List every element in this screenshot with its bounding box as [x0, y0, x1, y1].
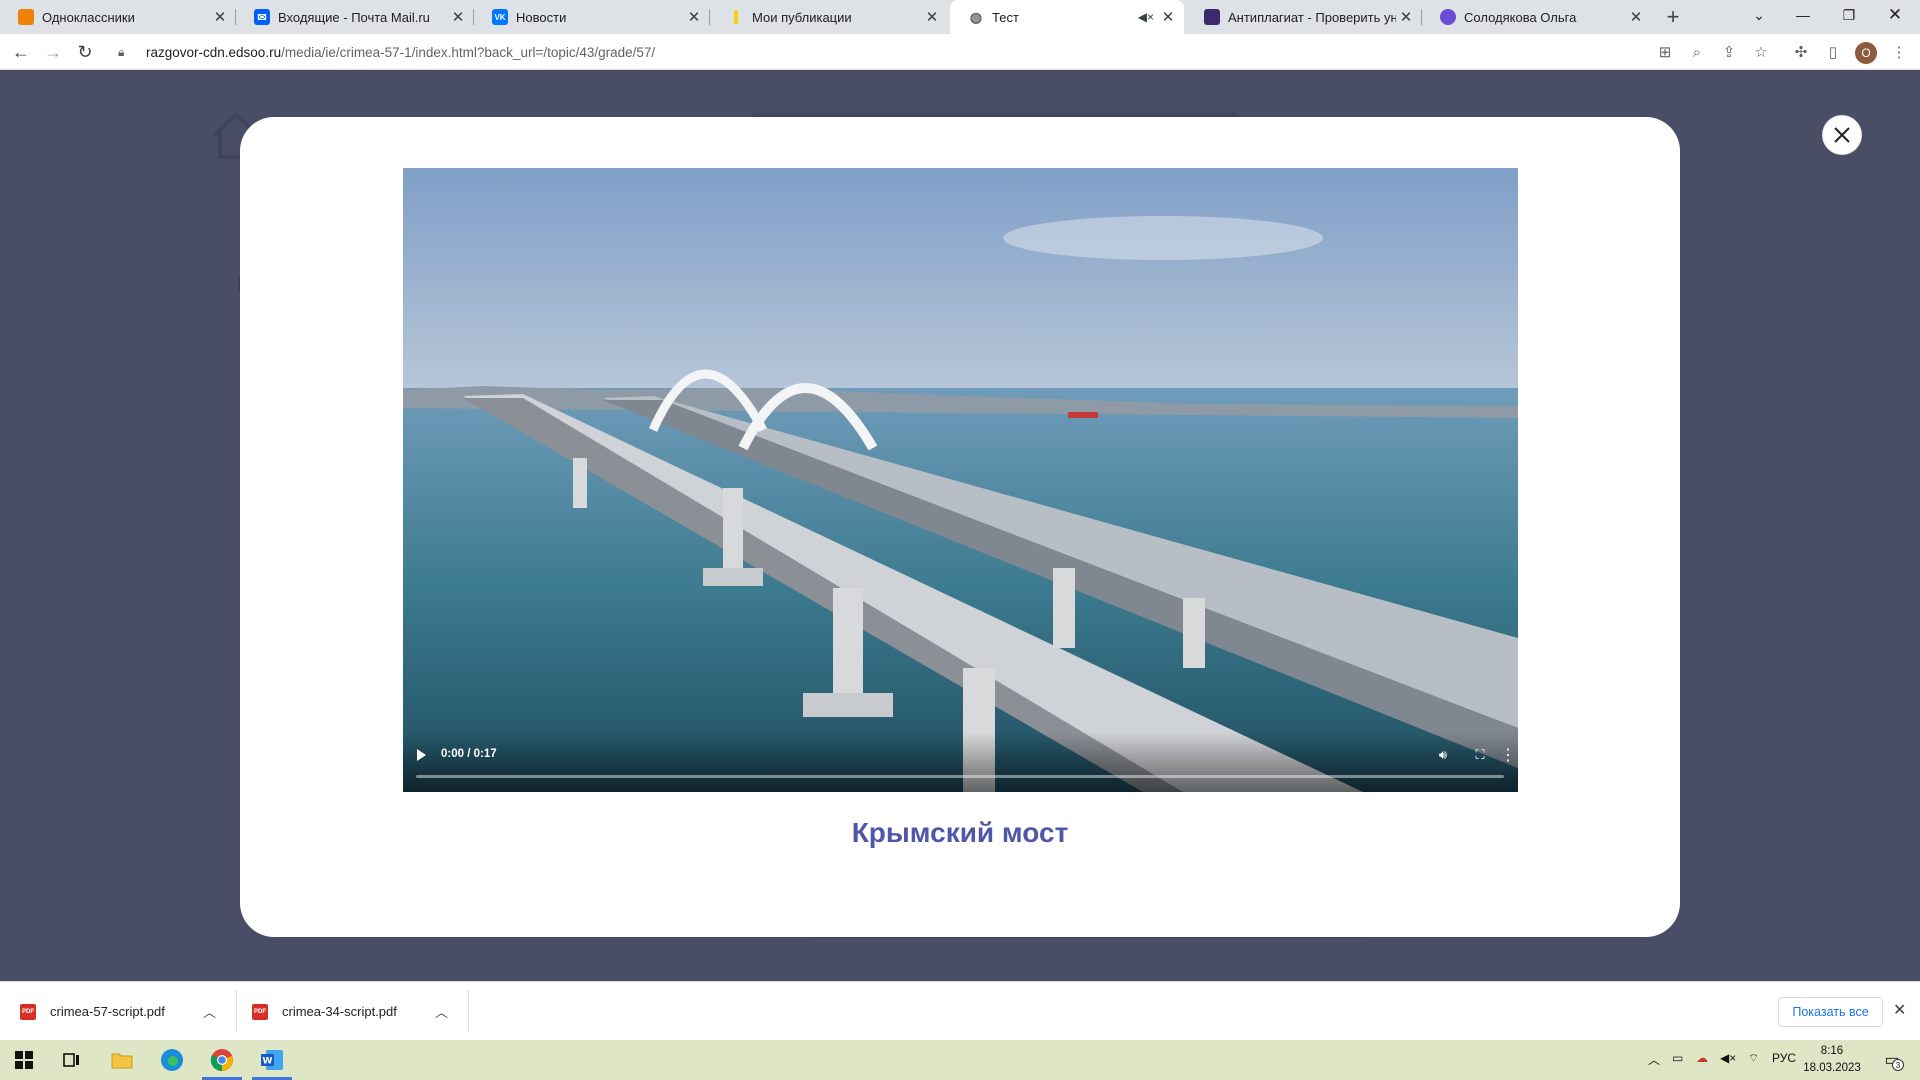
download-item[interactable]: PDF crimea-57-script.pdf ︿	[20, 982, 220, 1041]
wifi-icon[interactable]: ⌔	[1748, 1051, 1759, 1066]
pdf-file-icon: PDF	[20, 1003, 36, 1020]
tab-label: Антиплагиат - Проверить уник	[1228, 9, 1396, 25]
tray-chevron-up-icon[interactable]: ︿	[1648, 1051, 1660, 1068]
url-host: razgovor-cdn.edsoo.ru	[146, 44, 282, 60]
system-clock[interactable]: 8:16 18.03.2023	[1800, 1043, 1864, 1077]
chrome-browser-icon[interactable]	[198, 1040, 246, 1080]
reload-icon[interactable]: ↻	[71, 38, 99, 66]
video-frame-bridge	[403, 168, 1518, 792]
profile-avatar[interactable]: О	[1855, 42, 1877, 64]
profile-site-icon	[1440, 9, 1456, 25]
tab-mail[interactable]: ✉ Входящие - Почта Mail.ru ✕	[236, 0, 474, 34]
tab-search-icon[interactable]: ⌄	[1736, 0, 1782, 30]
url-path: /media/ie/crimea-57-1/index.html?back_ur…	[281, 44, 656, 60]
tab-label: Новости	[516, 9, 567, 25]
video-caption: Крымский мост	[851, 817, 1069, 848]
address-bar[interactable]: 🔒︎ razgovor-cdn.edsoo.ru/media/ie/crimea…	[108, 37, 1678, 67]
clock-date: 18.03.2023	[1803, 1062, 1861, 1074]
restore-button[interactable]: ❐	[1826, 0, 1872, 30]
zoom-icon[interactable]: ⌕	[1684, 39, 1710, 65]
language-indicator[interactable]: РУС	[1772, 1051, 1796, 1065]
tab-solodyakova[interactable]: Солодякова Ольга ✕	[1422, 0, 1652, 34]
globe-icon: ◍	[969, 8, 983, 25]
download-filename: crimea-34-script.pdf	[282, 1004, 397, 1019]
windows-start-icon[interactable]	[0, 1040, 48, 1080]
close-tab-icon[interactable]: ✕	[448, 7, 468, 27]
edge-browser-icon[interactable]	[148, 1040, 196, 1080]
url-text: razgovor-cdn.edsoo.ru/media/ie/crimea-57…	[146, 45, 655, 60]
tab-label: Одноклассники	[42, 9, 135, 25]
task-view-icon[interactable]	[48, 1040, 96, 1080]
chevron-up-icon[interactable]: ︿	[203, 1002, 216, 1021]
close-tab-icon[interactable]: ✕	[922, 7, 942, 27]
tab-label: Входящие - Почта Mail.ru	[278, 9, 430, 25]
volume-icon[interactable]: 🔊︎	[1432, 744, 1454, 766]
share-icon[interactable]: ⇪	[1716, 39, 1742, 65]
close-downloads-icon[interactable]: ✕	[1893, 1000, 1906, 1020]
back-arrow-icon[interactable]: ←	[7, 38, 35, 66]
word-app-icon[interactable]: W	[248, 1040, 296, 1080]
tab-odnoklassniki[interactable]: Одноклассники ✕	[0, 0, 236, 34]
downloads-bar: PDF crimea-57-script.pdf ︿ PDF crimea-34…	[0, 981, 1920, 1040]
bookmark-star-icon[interactable]: ☆	[1748, 39, 1774, 65]
extensions-puzzle-icon[interactable]: ✣	[1788, 39, 1814, 65]
close-tab-icon[interactable]: ✕	[210, 7, 230, 27]
battery-icon[interactable]: ▭	[1672, 1051, 1683, 1065]
tab-vk-news[interactable]: VK Новости ✕	[474, 0, 710, 34]
odnoklassniki-icon	[18, 9, 34, 25]
forward-arrow-icon[interactable]: →	[39, 38, 67, 66]
antiplagiat-icon	[1204, 9, 1220, 25]
video-progress-bar[interactable]	[416, 775, 1504, 778]
play-icon[interactable]	[417, 749, 426, 761]
modal-close-button[interactable]	[1823, 116, 1861, 154]
close-tab-icon[interactable]: ✕	[684, 7, 704, 27]
browser-toolbar: ← → ↻ 🔒︎ razgovor-cdn.edsoo.ru/media/ie/…	[0, 34, 1920, 70]
svg-text:W: W	[263, 1057, 273, 1067]
close-window-button[interactable]: ✕	[1872, 0, 1918, 30]
tab-strip: Одноклассники ✕ ✉ Входящие - Почта Mail.…	[0, 0, 1920, 34]
translate-icon[interactable]: ⊞	[1652, 39, 1678, 65]
video-controls: 0:00 / 0:17 🔊︎ ⛶ ⋮	[403, 732, 1518, 792]
download-item[interactable]: PDF crimea-34-script.pdf ︿	[252, 982, 452, 1041]
clock-time: 8:16	[1820, 1045, 1844, 1057]
windows-taskbar: W ︿ ▭ ☁ ◀× ⌔ РУС 8:16 18.03.2023 ▭ 3	[0, 1040, 1920, 1080]
show-all-downloads-button[interactable]: Показать все	[1778, 997, 1883, 1027]
menu-kebab-icon[interactable]: ⋮	[1886, 39, 1912, 65]
chevron-up-icon[interactable]: ︿	[435, 1002, 448, 1021]
notification-count: 3	[1892, 1059, 1904, 1071]
minimize-button[interactable]: —	[1780, 0, 1826, 30]
video-time: 0:00 / 0:17	[441, 748, 497, 760]
new-tab-button[interactable]: +	[1660, 4, 1686, 30]
video-player[interactable]: 0:00 / 0:17 🔊︎ ⛶ ⋮	[403, 168, 1518, 792]
tab-publications[interactable]: Мои публикации ✕	[710, 0, 948, 34]
zen-icon	[728, 9, 744, 25]
lock-icon: 🔒︎	[118, 44, 125, 59]
network-warning-icon[interactable]: ☁	[1696, 1051, 1708, 1065]
tab-antiplagiat[interactable]: Антиплагиат - Проверить уник ✕	[1186, 0, 1422, 34]
fullscreen-icon[interactable]: ⛶	[1469, 744, 1491, 766]
pdf-file-icon: PDF	[252, 1003, 268, 1020]
side-panel-icon[interactable]: ▯	[1820, 39, 1846, 65]
more-options-icon[interactable]: ⋮	[1497, 744, 1518, 766]
download-separator	[468, 990, 469, 1032]
close-tab-icon[interactable]: ✕	[1396, 7, 1416, 27]
tab-label: Мои публикации	[752, 9, 852, 25]
close-icon	[1834, 127, 1850, 143]
download-separator	[236, 990, 237, 1032]
download-filename: crimea-57-script.pdf	[50, 1004, 165, 1019]
tab-label: Тест	[992, 9, 1019, 25]
file-explorer-icon[interactable]	[98, 1040, 146, 1080]
notifications-icon[interactable]: ▭ 3	[1880, 1049, 1904, 1071]
close-tab-icon[interactable]: ✕	[1158, 7, 1178, 27]
mute-icon[interactable]: ◀×	[1138, 10, 1154, 24]
tab-label: Солодякова Ольга	[1464, 9, 1577, 25]
speaker-muted-icon[interactable]: ◀×	[1720, 1051, 1736, 1065]
tab-test[interactable]: ◍ Тест ◀× ✕	[950, 0, 1184, 34]
mail-icon: ✉	[254, 9, 270, 25]
vk-icon: VK	[492, 9, 508, 25]
close-tab-icon[interactable]: ✕	[1626, 7, 1646, 27]
